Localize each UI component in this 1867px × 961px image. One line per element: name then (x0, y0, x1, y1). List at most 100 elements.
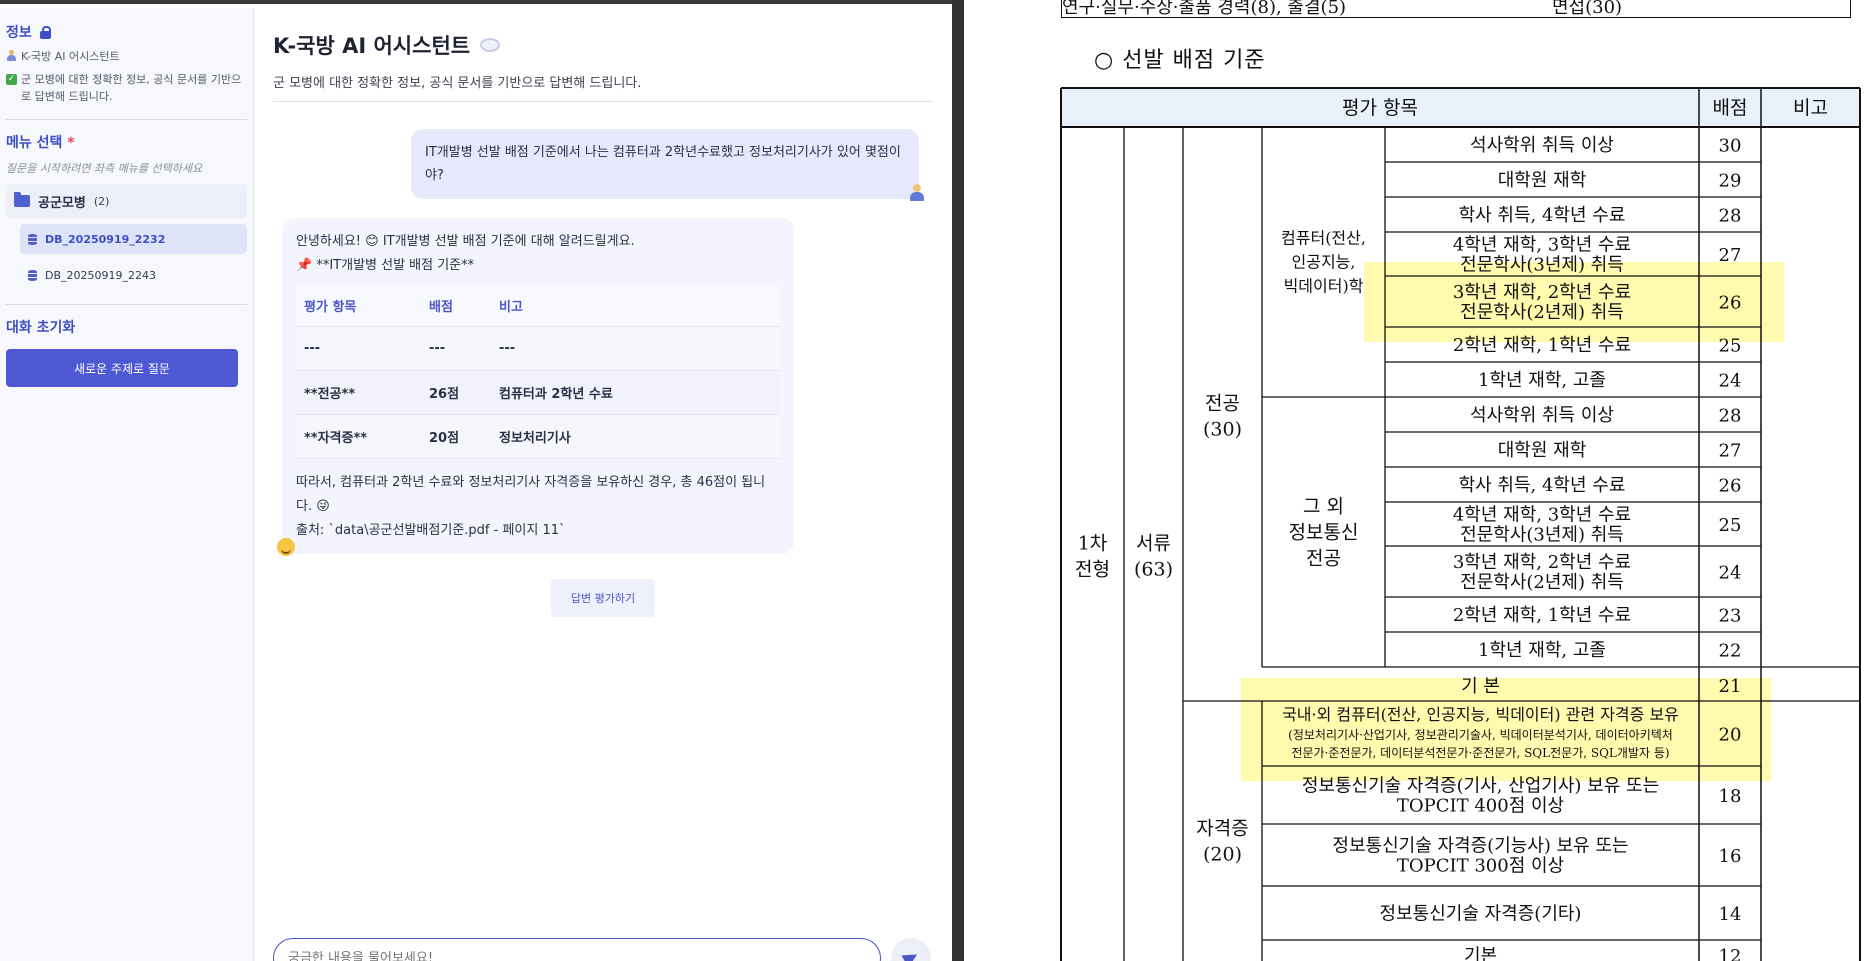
computer-dept-label: 인공지능, (1292, 253, 1356, 272)
criteria-label: TOPCIT 400점 이상 (1397, 795, 1564, 816)
criteria-score: 12 (1719, 946, 1742, 961)
column-header: 비고 (491, 286, 780, 327)
chat-app-window: 정보 K-국방 AI 어시스턴트 ✓ 군 모병에 대한 정확한 정보, 공식 문… (0, 0, 952, 961)
criteria-score: 16 (1719, 846, 1742, 867)
lock-icon (39, 25, 51, 39)
header-item: 평가 항목 (1342, 97, 1418, 119)
other-dept-label: 정보통신 (1289, 522, 1359, 544)
new-topic-button[interactable]: 새로운 주제로 질문 (6, 349, 238, 387)
major-label: 전공 (1205, 393, 1240, 415)
header-score: 배점 (1713, 97, 1748, 119)
table-cell: --- (421, 326, 491, 371)
criteria-score: 26 (1719, 476, 1742, 497)
table-cell: 26점 (421, 370, 491, 415)
table-cell: --- (491, 326, 780, 371)
criteria-score: 28 (1719, 206, 1742, 227)
criteria-label: 3학년 재학, 2학년 수료 (1453, 282, 1631, 303)
criteria-label: 학사 취득, 4학년 수료 (1459, 475, 1626, 496)
page-subtitle: 군 모병에 대한 정확한 정보, 공식 문서를 기반으로 답변해 드립니다. (273, 76, 642, 91)
criteria-score: 26 (1719, 293, 1742, 314)
assistant-avatar-icon (277, 538, 295, 556)
criteria-score: 27 (1719, 441, 1742, 462)
criteria-label: 전문학사(3년제) 취득 (1460, 524, 1624, 545)
criteria-label: 2학년 재학, 1학년 수료 (1453, 335, 1631, 356)
window-divider (952, 0, 964, 961)
header-note: 비고 (1793, 97, 1828, 119)
stage-label: 전형 (1075, 559, 1110, 581)
license-label: 자격증 (1196, 818, 1248, 840)
sidebar-item-db-2[interactable]: DB_20250919_2243 (20, 260, 247, 290)
criteria-label: TOPCIT 300점 이상 (1397, 855, 1564, 876)
score-criteria-table: 평가 항목 배점 비고석사학위 취득 이상 30 대학원 재학 29 학사 취득, 4학년 … (1060, 87, 1861, 961)
assistant-description: ✓ 군 모병에 대한 정확한 정보, 공식 문서를 기반으로 답변해 드립니다. (6, 73, 242, 103)
sidebar-divider (6, 119, 247, 120)
other-dept-label: 전공 (1306, 548, 1341, 570)
speech-bubble-icon (480, 38, 501, 52)
criteria-label: 4학년 재학, 3학년 수료 (1453, 504, 1631, 525)
column-header: 평가 항목 (296, 286, 421, 327)
person-icon (6, 50, 17, 62)
criteria-label: 대학원 재학 (1498, 170, 1587, 191)
criteria-label: 3학년 재학, 2학년 수료 (1453, 552, 1631, 573)
computer-dept-label: 컴퓨터(전산, (1281, 229, 1366, 248)
assistant-conclusion: 따라서, 컴퓨터과 2학년 수료와 정보처리기사 자격증을 보유하신 경우, 총… (296, 474, 766, 514)
criteria-label: 1학년 재학, 고졸 (1478, 640, 1606, 661)
check-icon: ✓ (6, 74, 17, 85)
assistant-heading-line: 📌 **IT개발병 선발 배점 기준** (296, 258, 475, 273)
assistant-message: 안녕하세요! 😊 IT개발병 선발 배점 기준에 대해 알려드릴게요. 📌 **… (282, 218, 794, 554)
criteria-score: 14 (1719, 904, 1742, 925)
criteria-score: 25 (1719, 515, 1742, 536)
document-viewer: 연구·실무·수상·출품 경력(8), 출결(5) 면접(30) ○ 선발 배점 … (964, 0, 1867, 961)
table-cell: **전공** (296, 370, 421, 415)
chat-header: K-국방 AI 어시스턴트 군 모병에 대한 정확한 정보, 공식 문서를 기반… (273, 30, 933, 102)
answer-table-header: 평가 항목 배점 비고 (296, 286, 780, 327)
page-title: K-국방 AI 어시스턴트 (273, 30, 933, 60)
criteria-label: 정보통신기술 자격증(기사, 산업기사) 보유 또는 (1302, 775, 1659, 796)
chat-main: K-국방 AI 어시스턴트 군 모병에 대한 정확한 정보, 공식 문서를 기반… (255, 8, 952, 961)
criteria-label: 2학년 재학, 1학년 수료 (1453, 605, 1631, 626)
criteria-score: 25 (1719, 336, 1742, 357)
criteria-label: 대학원 재학 (1498, 440, 1587, 461)
criteria-label: (정보처리기사·산업기사, 정보관리기술사, 빅데이터분석기사, 데이터아키텍처 (1288, 728, 1673, 742)
criteria-label: 전문학사(2년제) 취득 (1460, 302, 1624, 323)
criteria-label: 전문학사(3년제) 취득 (1460, 254, 1624, 275)
criteria-label: 국내·외 컴퓨터(전산, 인공지능, 빅데이터) 관련 자격증 보유 (1282, 705, 1679, 724)
criteria-score: 29 (1719, 171, 1742, 192)
criteria-score: 20 (1719, 725, 1742, 746)
criteria-score: 21 (1719, 676, 1742, 697)
user-message: IT개발병 선발 배점 기준에서 나는 컴퓨터과 2학년수료했고 정보처리기사가… (411, 129, 919, 199)
table-row: --- --- --- (296, 326, 780, 371)
criteria-label: 4학년 재학, 3학년 수료 (1453, 234, 1631, 255)
criteria-label: 학사 취득, 4학년 수료 (1459, 205, 1626, 226)
major-label: (30) (1203, 419, 1242, 441)
other-dept-label: 그 외 (1303, 496, 1344, 518)
assistant-name-line: K-국방 AI 어시스턴트 (6, 48, 247, 65)
sidebar-item-db-1[interactable]: DB_20250919_2232 (20, 224, 247, 254)
criteria-label: 정보통신기술 자격증(기타) (1380, 903, 1582, 924)
criteria-label: 1학년 재학, 고졸 (1478, 370, 1606, 391)
sidebar-divider (6, 304, 247, 305)
criteria-label: 전문가·준전문가, 데이터분석전문가·준전문가, SQL전문가, SQL개발자 … (1291, 746, 1669, 760)
column-header: 배점 (421, 286, 491, 327)
criteria-score: 30 (1719, 136, 1742, 157)
criteria-label: 정보통신기술 자격증(기능사) 보유 또는 (1332, 835, 1628, 856)
table-row: **자격증** 20점 정보처리기사 (296, 414, 780, 459)
criteria-score: 28 (1719, 406, 1742, 427)
criteria-score: 22 (1719, 641, 1742, 662)
sidebar-folder-air-force[interactable]: 공군모병 (2) (6, 184, 247, 218)
reset-title: 대화 초기화 (6, 320, 76, 336)
computer-dept-label: 빅데이터)학 (1284, 277, 1364, 296)
database-icon (28, 269, 37, 281)
table-cell: **자격증** (296, 414, 421, 459)
chat-input[interactable] (273, 938, 881, 961)
table-cell: 20점 (421, 414, 491, 459)
assistant-source: 출처: `data\공군선발배점기준.pdf - 페이지 11` (296, 522, 566, 538)
stage-label: 1차 (1078, 533, 1108, 555)
send-button[interactable] (891, 938, 931, 961)
table-cell: --- (296, 326, 421, 371)
table-row: **전공** 26점 컴퓨터과 2학년 수료 (296, 370, 780, 415)
criteria-label: 기본 (1464, 945, 1497, 961)
menu-title: 메뉴 선택 * (6, 135, 75, 151)
evaluate-answer-button[interactable]: 답변 평가하기 (551, 579, 655, 617)
criteria-label: 석사학위 취득 이상 (1470, 135, 1614, 156)
